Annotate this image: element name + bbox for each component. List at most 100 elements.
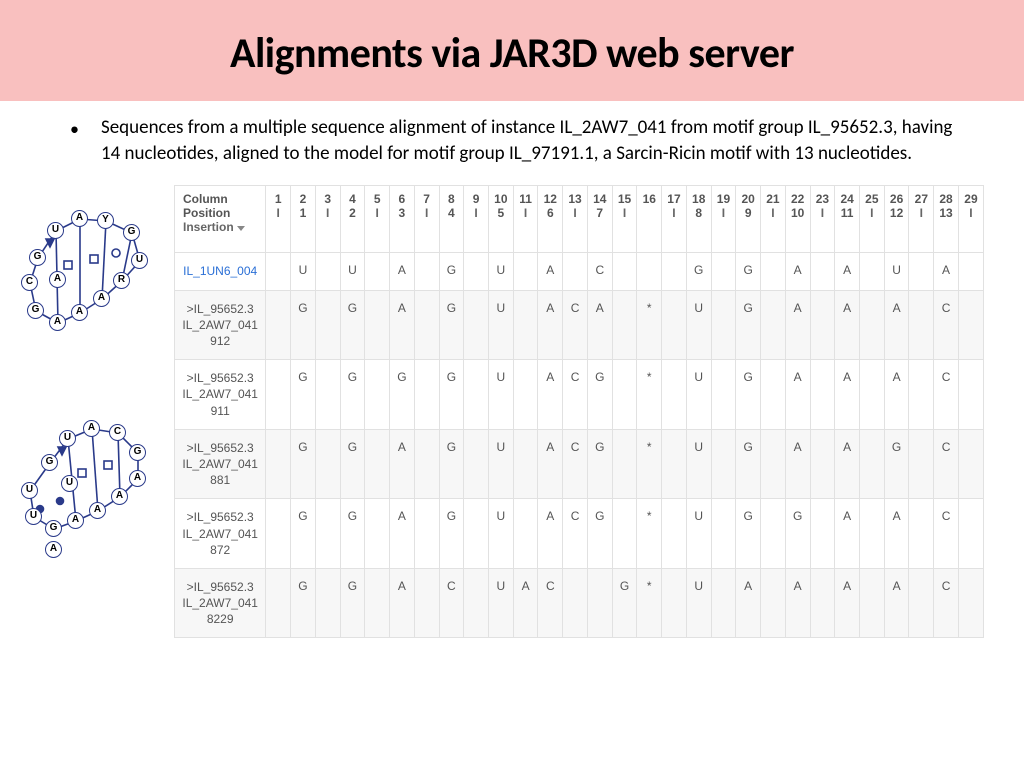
alignment-cell [711,290,736,360]
alignment-cell: U [686,360,711,430]
alignment-cell: U [488,499,513,569]
column-header[interactable]: 126 [538,186,563,253]
column-header[interactable]: 11I [513,186,538,253]
alignment-cell: U [488,360,513,430]
column-header[interactable]: 63 [390,186,415,253]
column-header[interactable]: 17I [662,186,687,253]
alignment-cell [315,429,340,499]
column-header[interactable]: 27I [909,186,934,253]
alignment-cell: * [637,499,662,569]
alignment-cell [266,253,291,290]
table-row: >IL_95652.3IL_2AW7_0418229GGACUACG*UAAAA… [175,568,984,638]
alignment-cell: G [736,360,761,430]
alignment-cell [513,253,538,290]
column-header[interactable]: 19I [711,186,736,253]
alignment-cell: A [390,253,415,290]
column-header[interactable]: 2411 [835,186,860,253]
alignment-cell: U [686,499,711,569]
column-header[interactable]: 2210 [785,186,810,253]
column-header[interactable]: 21I [761,186,786,253]
alignment-cell [859,360,884,430]
alignment-cell [563,568,588,638]
alignment-cell [711,499,736,569]
alignment-cell: A [785,290,810,360]
bullet-text: Sequences from a multiple sequence align… [101,115,954,167]
alignment-cell: A [785,253,810,290]
alignment-cell [315,360,340,430]
alignment-cell [563,253,588,290]
column-header[interactable]: 16 [637,186,662,253]
alignment-cell [662,429,687,499]
bullet-item: • Sequences from a multiple sequence ali… [70,115,984,167]
alignment-cell [464,290,489,360]
alignment-cell [266,429,291,499]
alignment-cell: G [736,290,761,360]
alignment-cell: A [390,429,415,499]
motif-diagrams: G U A Y G U R A A A A G C [20,185,160,563]
column-header[interactable]: 5I [365,186,390,253]
column-header[interactable]: 1I [266,186,291,253]
column-header[interactable]: 147 [587,186,612,253]
alignment-cell: * [637,360,662,430]
alignment-cell: * [637,568,662,638]
column-header[interactable]: 25I [859,186,884,253]
alignment-cell: A [538,290,563,360]
row-label: >IL_95652.3IL_2AW7_041912 [175,290,266,360]
row-label: >IL_95652.3IL_2AW7_0418229 [175,568,266,638]
alignment-cell: G [439,253,464,290]
alignment-cell: A [587,290,612,360]
column-header[interactable]: 29I [958,186,983,253]
column-header[interactable]: 2813 [934,186,959,253]
alignment-cell [464,429,489,499]
alignment-cell [909,253,934,290]
row-label-link[interactable]: IL_1UN6_004 [175,253,266,290]
alignment-cell: G [291,568,316,638]
header-cell-labels[interactable]: Column Position Insertion [175,186,266,253]
column-header[interactable]: 84 [439,186,464,253]
slide-title: Alignments via JAR3D web server [20,28,1004,79]
motif-edges-icon [20,203,160,353]
alignment-cell: A [538,499,563,569]
column-header[interactable]: 9I [464,186,489,253]
alignment-cell [365,499,390,569]
column-header[interactable]: 13I [563,186,588,253]
column-header[interactable]: 105 [488,186,513,253]
alignment-cell [662,290,687,360]
alignment-cell: G [439,360,464,430]
alignment-cell: C [934,290,959,360]
alignment-cell [810,360,835,430]
alignment-cell: U [884,253,909,290]
column-header[interactable]: 23I [810,186,835,253]
alignment-cell [464,360,489,430]
alignment-cell: G [291,429,316,499]
alignment-cell [958,429,983,499]
column-header[interactable]: 15I [612,186,637,253]
column-header[interactable]: 188 [686,186,711,253]
alignment-cell [958,290,983,360]
column-header[interactable]: 42 [340,186,365,253]
alignment-cell: G [736,429,761,499]
alignment-cell: A [835,360,860,430]
column-header[interactable]: 3I [315,186,340,253]
alignment-cell [414,499,439,569]
sort-icon [237,226,245,231]
alignment-cell: U [488,429,513,499]
alignment-cell [414,253,439,290]
column-header[interactable]: 209 [736,186,761,253]
alignment-cell: * [637,290,662,360]
motif-diagram-2: G U A C G A A A A G U U U A [20,413,160,563]
alignment-cell: G [439,290,464,360]
alignment-cell [909,499,934,569]
alignment-cell: A [884,360,909,430]
alignment-cell [464,253,489,290]
column-header[interactable]: 7I [414,186,439,253]
column-header[interactable]: 2612 [884,186,909,253]
alignment-cell: G [587,429,612,499]
alignment-cell: G [612,568,637,638]
alignment-cell [365,360,390,430]
alignment-cell: A [538,429,563,499]
alignment-cell [958,253,983,290]
table-row: IL_1UN6_004UUAGUACGGAAUA [175,253,984,290]
alignment-cell: C [934,360,959,430]
column-header[interactable]: 21 [291,186,316,253]
